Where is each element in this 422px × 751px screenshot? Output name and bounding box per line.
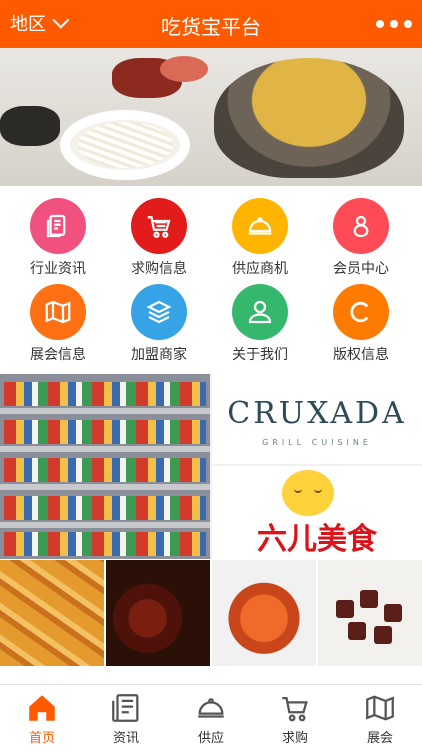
liuer-wordmark: 六儿美食 [257,522,377,557]
dessert-piece [360,590,378,608]
copyright-icon [333,284,389,340]
shelf-goods [4,458,206,482]
more-menu-button[interactable] [376,20,412,28]
top-bar: 地区 吃货宝平台 [0,0,422,48]
dessert-piece [336,600,354,618]
banner-noodles [78,122,173,168]
grid-item-label: 求购信息 [131,261,187,277]
grid-item-purchase[interactable]: 求购信息 [106,198,212,278]
nav-tab-label: 资讯 [112,731,139,746]
cruxada-wordmark: CRUXADA [227,396,407,431]
shelf-board [0,446,210,452]
cruxada-subtitle: GRILL CUISINE [262,438,372,447]
dessert-piece [374,626,392,644]
banner-food-ham [160,56,208,82]
grid-item-label: 关于我们 [232,347,288,363]
hero-banner[interactable] [0,48,422,186]
dessert-piece [348,622,366,640]
food-photo-rolls[interactable] [0,560,104,666]
banner-stone-pot [214,58,404,178]
grid-item-label: 行业资讯 [30,261,86,277]
cruxada-logo-tile[interactable]: CRUXADA GRILL CUISINE [212,374,422,464]
nav-tab-home[interactable]: 首页 [0,691,84,746]
feature-grid: 行业资讯 求购信息 供应商机 会员中心 展会信息 加盟商家 关于我们 版权信息 [0,186,422,374]
map-book-icon [30,284,86,340]
dessert-piece [384,604,402,622]
store-shelf-image[interactable] [0,374,210,559]
cart-icon [282,696,308,722]
grid-item-industry-news[interactable]: 行业资讯 [5,198,111,278]
member-icon [333,198,389,254]
document-icon [30,198,86,254]
nav-tab-exhibition[interactable]: 展会 [338,691,422,746]
grid-item-member-center[interactable]: 会员中心 [308,198,414,278]
bottom-nav: 首页 资讯 供应 求购 展会 [0,684,422,751]
grid-item-label: 版权信息 [333,347,389,363]
grid-item-label: 供应商机 [232,261,288,277]
grid-item-label: 会员中心 [333,261,389,277]
shelf-board [0,522,210,528]
image-tiles: CRUXADA GRILL CUISINE 六儿美食 [0,374,422,559]
food-photo-row [0,560,422,666]
more-dot-icon [376,20,384,28]
smiley-mascot-icon [282,470,334,516]
shelf-goods [4,532,206,556]
layers-icon [131,284,187,340]
nav-tab-label: 展会 [366,731,393,746]
grid-item-copyright[interactable]: 版权信息 [308,284,414,364]
nav-tab-supply[interactable]: 供应 [169,691,253,746]
cart-icon [131,198,187,254]
cloche-icon [232,198,288,254]
nav-tab-purchase[interactable]: 求购 [253,691,337,746]
grid-item-label: 加盟商家 [131,347,187,363]
food-photo-crab[interactable] [212,560,316,666]
news-icon [112,694,139,722]
shelf-goods [4,420,206,444]
shelf-board [0,484,210,490]
grid-item-label: 展会信息 [30,347,86,363]
nav-tab-label: 求购 [281,731,308,746]
more-dot-icon [390,20,398,28]
nav-tab-label: 供应 [197,731,224,746]
grid-item-supply[interactable]: 供应商机 [207,198,313,278]
cloche-icon [198,698,224,718]
user-icon [232,284,288,340]
map-book-icon [366,695,394,721]
shelf-goods [4,496,206,520]
nav-tab-news[interactable]: 资讯 [84,691,168,746]
home-icon [29,695,55,721]
grid-item-about-us[interactable]: 关于我们 [207,284,313,364]
banner-food-dark [0,106,60,146]
food-photo-braised-pork[interactable] [106,560,210,666]
page-title: 吃货宝平台 [161,15,261,39]
shelf-board [0,408,210,414]
liuer-logo-tile[interactable]: 六儿美食 [212,466,422,559]
nav-tab-label: 首页 [28,731,55,746]
grid-item-exhibition[interactable]: 展会信息 [5,284,111,364]
shelf-goods [4,382,206,406]
food-photo-dessert[interactable] [318,560,422,666]
more-dot-icon [404,20,412,28]
grid-item-franchise[interactable]: 加盟商家 [106,284,212,364]
